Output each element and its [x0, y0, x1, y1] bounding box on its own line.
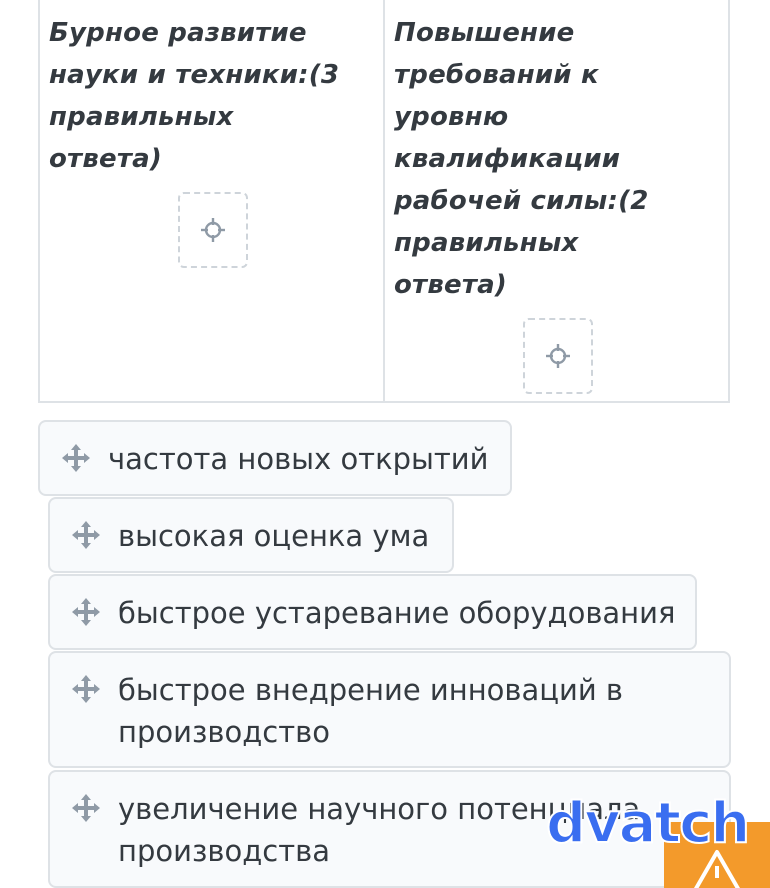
ddwtos-question: Бурное развитие науки и техники:(3 прави…	[0, 0, 770, 888]
drop-zone-1[interactable]	[178, 192, 248, 268]
choice-label: быстрое устаревание оборудования	[118, 596, 676, 630]
category-table: Бурное развитие науки и техники:(3 прави…	[38, 0, 730, 403]
choice-label: частота новых открытий	[108, 442, 489, 476]
target-icon	[199, 216, 227, 244]
move-icon[interactable]	[70, 792, 102, 828]
category-cell-2: Повышение требований к уровню квалификац…	[385, 0, 730, 401]
watermark-logo: dvatch	[545, 791, 751, 857]
drop-zone-2[interactable]	[523, 318, 593, 394]
choice-label: высокая оценка ума	[118, 519, 430, 553]
category-heading-2: Повышение требований к уровню квалификац…	[394, 18, 649, 300]
move-icon[interactable]	[60, 442, 92, 478]
draggable-choice[interactable]: частота новых открытий	[38, 420, 512, 496]
move-icon[interactable]	[70, 519, 102, 555]
choice-label: быстрое внедрение инноваций в производст…	[118, 673, 624, 749]
category-cell-1: Бурное развитие науки и техники:(3 прави…	[40, 0, 385, 401]
move-icon[interactable]	[70, 673, 102, 709]
draggable-choice[interactable]: высокая оценка ума	[48, 497, 454, 573]
move-icon[interactable]	[70, 596, 102, 632]
target-icon	[544, 342, 572, 370]
draggable-choice[interactable]: быстрое внедрение инноваций в производст…	[48, 651, 731, 768]
draggable-choice[interactable]: быстрое устаревание оборудования	[48, 574, 697, 650]
category-heading-1: Бурное развитие науки и техники:(3 прави…	[49, 18, 340, 174]
